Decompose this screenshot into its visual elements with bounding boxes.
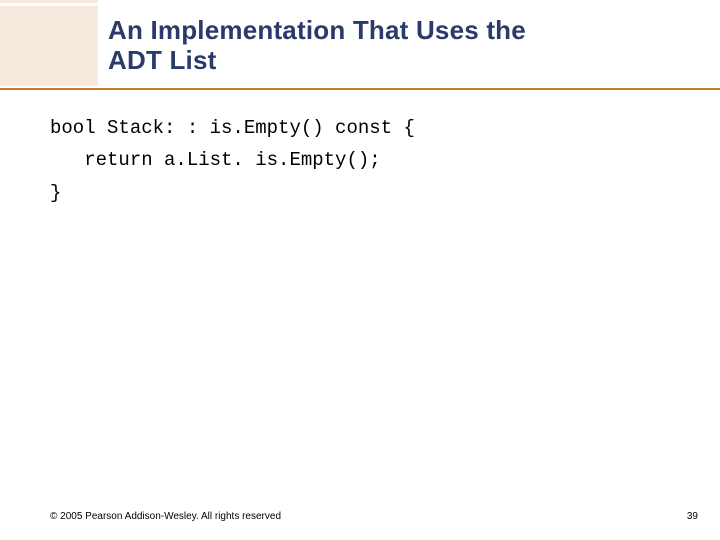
footer-copyright: © 2005 Pearson Addison-Wesley. All right… <box>50 511 281 522</box>
slide-title-line2: ADT List <box>108 46 700 76</box>
code-line-3: } <box>50 177 690 209</box>
title-underline <box>0 88 720 90</box>
footer-page-number: 39 <box>687 511 698 522</box>
header-accent-main <box>0 6 98 86</box>
slide-content: bool Stack: : is.Empty() const { return … <box>50 112 690 209</box>
slide-title: An Implementation That Uses the ADT List <box>108 6 700 86</box>
code-line-2: return a.List. is.Empty(); <box>50 144 690 176</box>
code-line-1: bool Stack: : is.Empty() const { <box>50 112 690 144</box>
slide-title-line1: An Implementation That Uses the <box>108 16 700 46</box>
